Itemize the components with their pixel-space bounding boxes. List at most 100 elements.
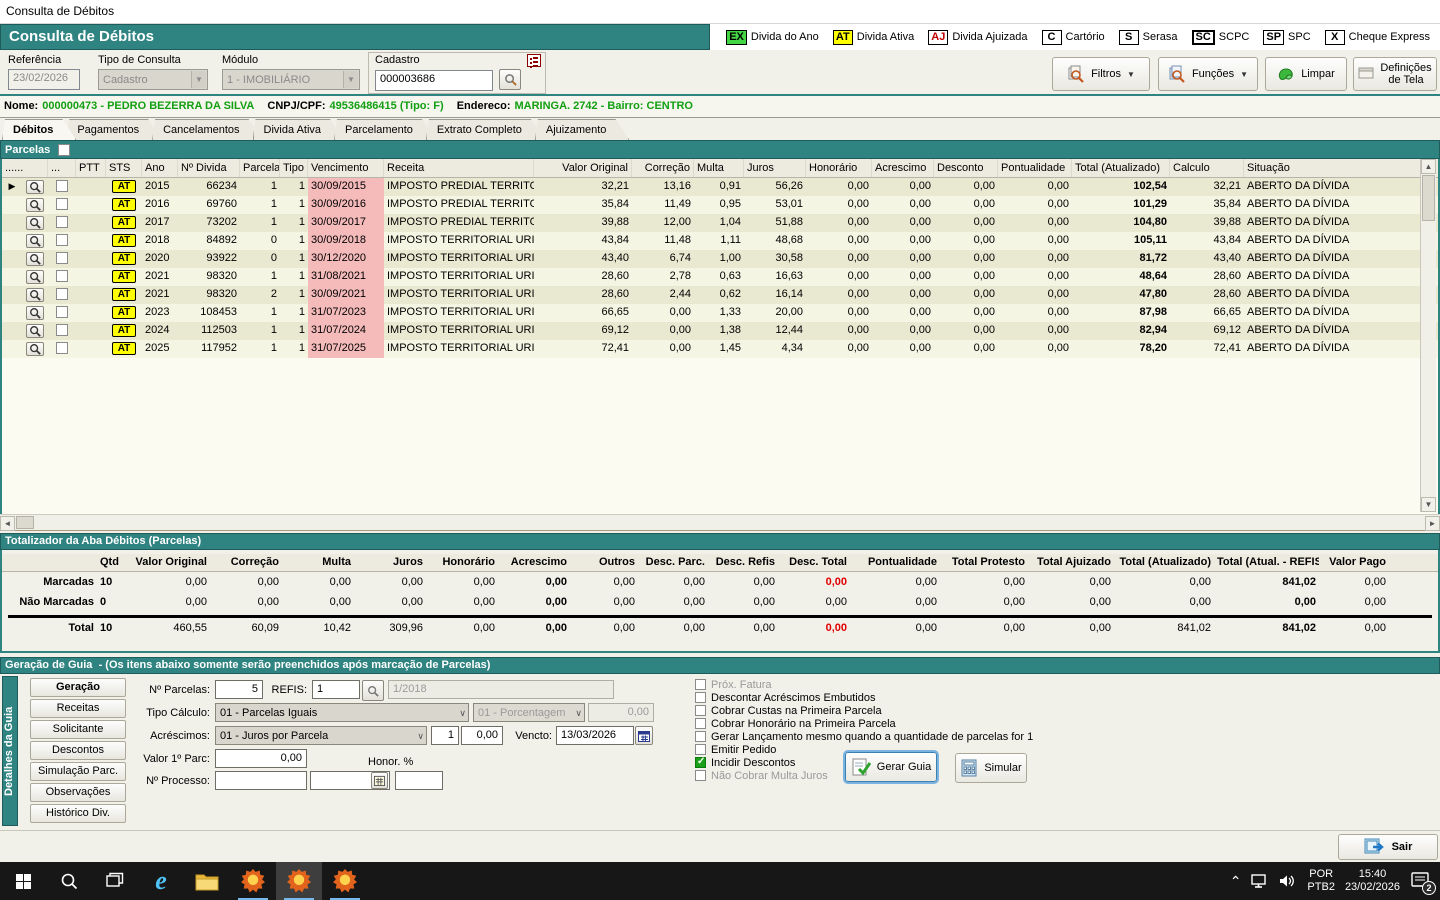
- tipo-consulta-select[interactable]: Cadastro▼: [98, 69, 208, 90]
- refis-input[interactable]: 1: [312, 680, 360, 699]
- processo-calendar-button[interactable]: [371, 772, 388, 789]
- row-detail-button[interactable]: [26, 234, 44, 248]
- row-checkbox[interactable]: [56, 252, 68, 264]
- modulo-select[interactable]: 1 - IMOBILIÁRIO▼: [222, 69, 360, 90]
- parcelas-select-all-checkbox[interactable]: [58, 144, 70, 156]
- row-checkbox[interactable]: [56, 270, 68, 282]
- n-parcelas-input[interactable]: 5: [215, 680, 263, 699]
- side-button-solicitante[interactable]: Solicitante: [30, 720, 126, 739]
- side-button-hist-rico-div[interactable]: Histórico Div.: [30, 804, 126, 823]
- row-detail-button[interactable]: [26, 270, 44, 284]
- taskbar-search-button[interactable]: [46, 862, 92, 900]
- simular-button[interactable]: Simular: [955, 753, 1027, 783]
- cadastro-search-button[interactable]: [499, 69, 521, 90]
- row-detail-button[interactable]: [26, 324, 44, 338]
- scroll-right-icon[interactable]: ►: [1425, 516, 1440, 531]
- row-checkbox[interactable]: [56, 234, 68, 246]
- row-checkbox[interactable]: [56, 342, 68, 354]
- clock[interactable]: 15:4023/02/2026: [1345, 868, 1400, 894]
- checkbox-box[interactable]: [695, 679, 706, 690]
- scroll-down-icon[interactable]: ▼: [1421, 497, 1436, 512]
- side-button-descontos[interactable]: Descontos: [30, 741, 126, 760]
- app-window-2-button[interactable]: [276, 862, 322, 900]
- acrescimos-select[interactable]: 01 - Juros por Parcela∨: [215, 726, 427, 745]
- horizontal-scrollbar[interactable]: ◄ ►: [0, 514, 1440, 531]
- referencia-field[interactable]: 23/02/2026: [8, 69, 80, 90]
- scroll-up-icon[interactable]: ▲: [1421, 159, 1436, 174]
- divida-ativa-badge: AT: [112, 198, 136, 211]
- row-checkbox[interactable]: [56, 324, 68, 336]
- tipo-calculo-select[interactable]: 01 - Parcelas Iguais∨: [215, 703, 469, 722]
- gerar-guia-button[interactable]: Gerar Guia: [845, 752, 937, 782]
- tab-cancelamentos[interactable]: Cancelamentos: [152, 119, 262, 140]
- language-indicator[interactable]: PORPTB2: [1307, 868, 1335, 894]
- row-detail-button[interactable]: [26, 306, 44, 320]
- row-detail-button[interactable]: [26, 288, 44, 302]
- filtros-button[interactable]: Filtros▼: [1052, 57, 1150, 91]
- row-detail-button[interactable]: [26, 180, 44, 194]
- hidden-icons-chevron[interactable]: ⌃: [1230, 873, 1242, 890]
- speaker-icon[interactable]: [1279, 874, 1297, 888]
- app-window-1-button[interactable]: [230, 862, 276, 900]
- acrescimo-valor-input[interactable]: 0,00: [461, 726, 503, 745]
- checkbox-pr-x-fatura[interactable]: Próx. Fatura: [695, 678, 1095, 691]
- vencto-calendar-button[interactable]: [635, 726, 653, 745]
- vencto-input[interactable]: 13/03/2026: [556, 726, 634, 745]
- row-detail-button[interactable]: [26, 342, 44, 356]
- side-button-receitas[interactable]: Receitas: [30, 699, 126, 718]
- start-button[interactable]: [0, 862, 46, 900]
- grid-cell-divida: 84892: [178, 232, 240, 250]
- side-button-simula-o-parc[interactable]: Simulação Parc.: [30, 762, 126, 781]
- row-checkbox[interactable]: [56, 288, 68, 300]
- task-view-button[interactable]: [92, 862, 138, 900]
- list-icon[interactable]: [527, 54, 541, 67]
- grid-cell-calculo: 28,60: [1170, 286, 1244, 304]
- limpar-button[interactable]: Limpar: [1265, 57, 1347, 91]
- tab-ajuizamento[interactable]: Ajuizamento: [535, 119, 630, 140]
- internet-explorer-button[interactable]: e: [138, 862, 184, 900]
- funcoes-button[interactable]: Funções▼: [1158, 57, 1258, 91]
- vscroll-thumb[interactable]: [1422, 175, 1435, 221]
- honor-pct-input[interactable]: [395, 771, 443, 790]
- checkbox-descontar-acr-scimos-embutidos[interactable]: Descontar Acréscimos Embutidos: [695, 691, 1095, 704]
- notifications-button[interactable]: 2: [1410, 870, 1432, 892]
- checkbox-box[interactable]: [695, 770, 706, 781]
- checkbox-box[interactable]: [695, 744, 706, 755]
- checkbox-box[interactable]: [695, 731, 706, 742]
- checkbox-cobrar-custas-na-primeira-parcela[interactable]: Cobrar Custas na Primeira Parcela: [695, 704, 1095, 717]
- checkbox-box[interactable]: [695, 718, 706, 729]
- tab-divida-ativa[interactable]: Divida Ativa: [253, 119, 344, 140]
- definicoes-tela-button[interactable]: Definições de Tela: [1353, 57, 1437, 91]
- row-detail-button[interactable]: [26, 198, 44, 212]
- n-processo-input[interactable]: [215, 771, 307, 790]
- row-checkbox[interactable]: [56, 306, 68, 318]
- app-window-3-button[interactable]: [322, 862, 368, 900]
- row-checkbox[interactable]: [56, 180, 68, 192]
- hscroll-thumb[interactable]: [16, 516, 34, 529]
- checkbox-gerar-lan-amento-mesmo-quando-a-quantidade-de-parcelas-for-1[interactable]: Gerar Lançamento mesmo quando a quantida…: [695, 730, 1095, 743]
- row-detail-button[interactable]: [26, 216, 44, 230]
- checkbox-box[interactable]: [695, 705, 706, 716]
- network-icon[interactable]: [1251, 874, 1269, 888]
- side-button-observa-es[interactable]: Observações: [30, 783, 126, 802]
- tab-d-bitos[interactable]: Débitos: [2, 119, 76, 140]
- tab-pagamentos[interactable]: Pagamentos: [66, 119, 162, 140]
- valor-1-parc-input[interactable]: 0,00: [215, 749, 307, 768]
- file-explorer-button[interactable]: [184, 862, 230, 900]
- side-button-gera-o[interactable]: Geração: [30, 678, 126, 697]
- vertical-scrollbar[interactable]: ▲ ▼: [1420, 159, 1436, 512]
- tab-extrato-completo[interactable]: Extrato Completo: [426, 119, 545, 140]
- row-checkbox[interactable]: [56, 198, 68, 210]
- row-detail-button[interactable]: [26, 252, 44, 266]
- sair-button[interactable]: Sair: [1338, 834, 1438, 860]
- checkbox-box[interactable]: [695, 757, 706, 768]
- detalhes-da-guia-tab[interactable]: Detalhes da Guia: [2, 676, 18, 826]
- scroll-left-icon[interactable]: ◄: [0, 516, 15, 531]
- checkbox-box[interactable]: [695, 692, 706, 703]
- checkbox-cobrar-honor-rio-na-primeira-parcela[interactable]: Cobrar Honorário na Primeira Parcela: [695, 717, 1095, 730]
- tab-parcelamento[interactable]: Parcelamento: [334, 119, 436, 140]
- row-checkbox[interactable]: [56, 216, 68, 228]
- refis-search-button[interactable]: [362, 680, 384, 701]
- acrescimo-qtd-input[interactable]: 1: [431, 726, 459, 745]
- cadastro-input[interactable]: 000003686: [375, 70, 493, 91]
